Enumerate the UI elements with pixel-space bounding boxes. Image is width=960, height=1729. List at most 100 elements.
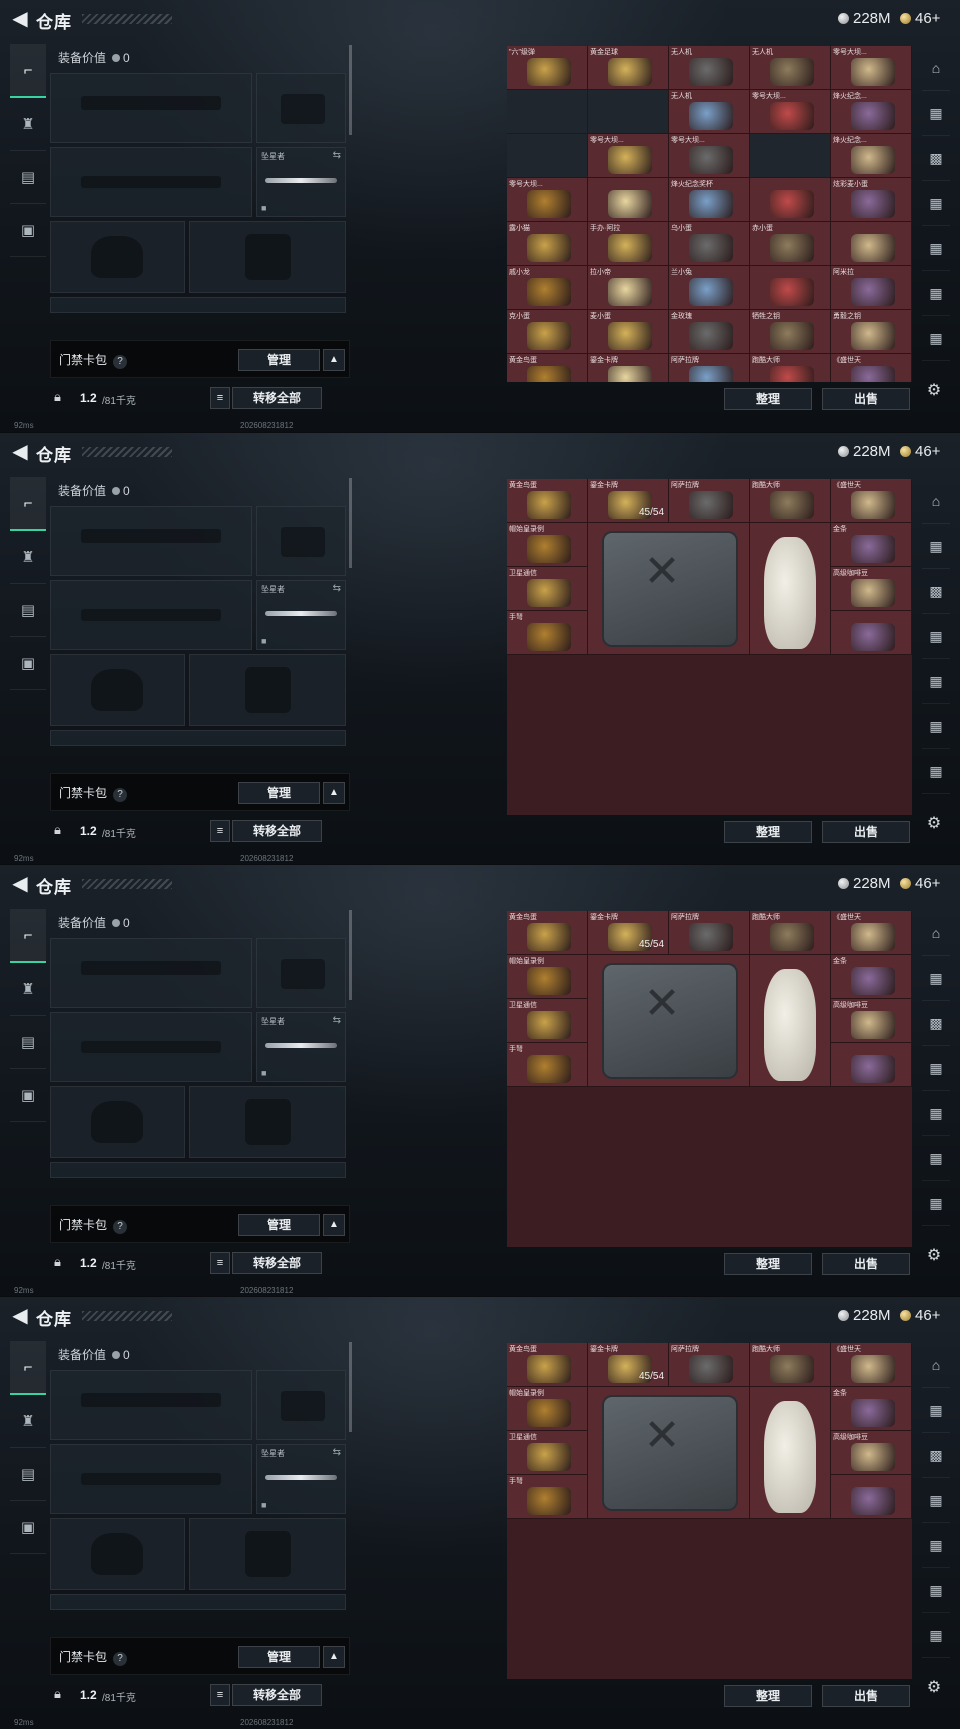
storage-item[interactable]: 无人机 [750,46,831,90]
page-6-icon[interactable]: ▦ [922,749,950,794]
storage-item[interactable]: 金条 [831,1387,912,1431]
list-icon[interactable]: ≡ [210,820,230,842]
manage-button[interactable]: 管理 [238,1646,320,1668]
backpack-slot[interactable] [50,1162,346,1178]
storage-item[interactable] [750,178,831,222]
page-5-icon[interactable]: ▦ [922,271,950,316]
back-arrow-icon[interactable]: ◀ [8,1305,32,1327]
rocket-fuel-item[interactable] [588,955,750,1087]
storage-item[interactable]: 勇毅之钥 [831,310,912,354]
storage-item[interactable]: "六"级弹 [507,46,588,90]
storage-item[interactable]: 帽始皇录例 [507,1387,588,1431]
primary-weapon-slot[interactable] [50,938,252,1008]
storage-item[interactable]: 克小蛋 [507,310,588,354]
swap-icon[interactable]: ⇆ [333,150,341,161]
storage-item[interactable]: 乌小蛋 [669,222,750,266]
secondary-weapon-slot[interactable] [50,1012,252,1082]
helmet-slot[interactable] [50,654,185,726]
storage-item[interactable]: 黄金足球 [588,46,669,90]
tab-weapons[interactable]: ⌐ [10,477,46,531]
back-arrow-icon[interactable]: ◀ [8,441,32,463]
storage-item[interactable] [831,1043,912,1087]
storage-item[interactable]: 黄金鸟蛋 [507,479,588,523]
tab-armor[interactable]: ♜ [10,1395,46,1448]
help-icon[interactable]: ? [113,1220,128,1234]
gear-icon[interactable]: ⚙ [924,380,944,400]
storage-item[interactable]: 高级咖啡豆 [831,999,912,1043]
storage-item[interactable]: 麦小蛋 [588,310,669,354]
equipment-scrollbar[interactable] [349,1342,352,1432]
storage-item[interactable]: 零号大坝... [750,90,831,134]
storage-item[interactable]: 牺牲之钥 [750,310,831,354]
storage-item[interactable]: 拉小帝 [588,266,669,310]
gear-icon[interactable]: ⚙ [924,813,944,833]
page-2-icon[interactable]: ▩ [922,136,950,181]
storage-item[interactable]: 黄金鸟蛋 [507,911,588,955]
tab-briefcase[interactable]: ▣ [10,1069,46,1122]
page-6-icon[interactable]: ▦ [922,1181,950,1226]
equipment-scrollbar[interactable] [349,478,352,568]
melee-slot[interactable]: 坠星者 ⇆ ■ [256,1012,346,1082]
storage-item[interactable]: 高级咖啡豆 [831,567,912,611]
storage-item[interactable]: 鎏金卡牌 [588,354,669,382]
helmet-slot[interactable] [50,1518,185,1590]
gear-icon[interactable]: ⚙ [924,1245,944,1265]
armor-slot[interactable] [189,221,346,293]
rocket-fuel-item[interactable] [588,523,750,655]
page-5-icon[interactable]: ▦ [922,1568,950,1613]
tab-tasks[interactable]: ▤ [10,1448,46,1501]
storage-item[interactable]: 无人机 [669,90,750,134]
list-icon[interactable]: ≡ [210,1684,230,1706]
chevron-up-icon[interactable]: ▲ [323,1214,345,1236]
page-4-icon[interactable]: ▦ [922,1091,950,1136]
storage-item[interactable]: 手弩 [507,1475,588,1519]
page-1-icon[interactable]: ▦ [922,524,950,569]
sell-button[interactable]: 出售 [822,1253,910,1275]
storage-item[interactable]: 兰小兔 [669,266,750,310]
primary-weapon-slot[interactable] [50,73,252,143]
melee-slot[interactable]: 坠星者 ⇆ ■ [256,580,346,650]
pistol-slot[interactable] [256,1370,346,1440]
storage-item[interactable] [831,222,912,266]
storage-item[interactable]: 零号大坝... [507,178,588,222]
tab-weapons[interactable]: ⌐ [10,909,46,963]
porcelain-item[interactable] [750,523,831,655]
page-3-icon[interactable]: ▦ [922,614,950,659]
swap-icon[interactable]: ⇆ [333,1447,341,1458]
transfer-all-button[interactable]: 转移全部 [232,820,322,842]
storage-item[interactable]: 帽始皇录例 [507,523,588,567]
storage-item[interactable]: 手弩 [507,1043,588,1087]
storage-item[interactable]: 戚小龙 [507,266,588,310]
melee-slot[interactable]: 坠星者 ⇆ ■ [256,147,346,217]
sort-button[interactable]: 整理 [724,1685,812,1707]
storage-item[interactable] [750,266,831,310]
equipment-scrollbar[interactable] [349,910,352,1000]
storage-item[interactable] [588,178,669,222]
storage-item[interactable]: 《盛世天 [831,911,912,955]
storage-item[interactable] [831,1475,912,1519]
chevron-up-icon[interactable]: ▲ [323,349,345,371]
transfer-all-button[interactable]: 转移全部 [232,1684,322,1706]
sell-button[interactable]: 出售 [822,1685,910,1707]
pistol-slot[interactable] [256,73,346,143]
armor-slot[interactable] [189,1086,346,1158]
storage-item[interactable]: 无人机 [669,46,750,90]
storage-item[interactable]: 手弩 [507,611,588,655]
page-home-icon[interactable]: ⌂ [922,1343,950,1388]
swap-icon[interactable]: ⇆ [333,583,341,594]
page-1-icon[interactable]: ▦ [922,956,950,1001]
armor-slot[interactable] [189,654,346,726]
page-2-icon[interactable]: ▩ [922,569,950,614]
chevron-up-icon[interactable]: ▲ [323,1646,345,1668]
page-1-icon[interactable]: ▦ [922,1388,950,1433]
tab-briefcase[interactable]: ▣ [10,1501,46,1554]
manage-button[interactable]: 管理 [238,1214,320,1236]
page-3-icon[interactable]: ▦ [922,1478,950,1523]
armor-slot[interactable] [189,1518,346,1590]
tab-weapons[interactable]: ⌐ [10,44,46,98]
page-3-icon[interactable]: ▦ [922,181,950,226]
storage-item[interactable] [588,90,669,134]
storage-item[interactable] [750,134,831,178]
page-6-icon[interactable]: ▦ [922,316,950,361]
sell-button[interactable]: 出售 [822,821,910,843]
